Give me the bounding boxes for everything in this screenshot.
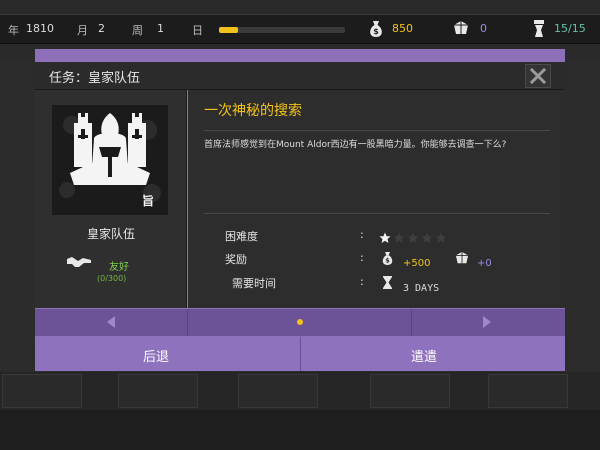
pager-divider [187,309,188,336]
team-emblem: 旨 [52,105,168,215]
relation-status: 友好 [109,262,129,273]
close-button[interactable] [525,64,551,88]
colon: : [360,275,364,288]
svg-text:$: $ [385,257,390,265]
day-progress-fill [219,27,238,33]
spartan-helmet-icon: 旨 [52,105,168,215]
close-icon [530,68,546,84]
year-value: 1810 [26,22,54,35]
reward-label: 奖励 [225,253,247,266]
hero-slot [118,374,198,408]
star-icon [407,232,419,243]
quest-modal: 任务：皇家队伍 旨 皇家队伍 友好 (0/300) 一次神秘的搜索 首席法师感觉… [35,49,565,371]
difficulty-stars [379,229,449,248]
difficulty-label: 困难度 [225,230,258,243]
team-name: 皇家队伍 [86,227,135,241]
hero-slot [2,374,82,408]
week-label: 周 [132,24,143,37]
gem-icon [455,251,469,264]
back-button[interactable]: 后退 [143,346,169,365]
modal-title: 任务：皇家队伍 [49,71,141,86]
money-bag-icon: $ [382,252,393,265]
page-indicator-dot [297,319,303,325]
quest-panel: 一次神秘的搜索 首席法师感觉到在Mount Aldor西边有一股黑暗力量。你能够… [188,90,565,308]
relation-count: (0/300) [97,274,127,283]
bottom-bar [0,410,600,450]
handshake-icon [67,257,91,267]
month-label: 月 [77,24,88,37]
day-progress-bar [219,27,345,33]
star-icon [379,232,391,243]
svg-text:$: $ [373,27,379,36]
hero-slot [238,374,318,408]
divider [204,213,550,214]
gem-value: 0 [480,22,487,35]
year-label: 年 [8,24,19,37]
next-arrow-icon[interactable] [481,315,493,329]
team-panel: 旨 皇家队伍 友好 (0/300) [35,90,187,308]
star-icon [421,232,433,243]
day-label: 日 [192,24,203,37]
svg-text:旨: 旨 [142,193,154,208]
modal-header: 任务：皇家队伍 [35,62,565,90]
send-button[interactable]: 遣遣 [411,346,437,365]
star-icon [393,232,405,243]
month-value: 2 [98,22,105,35]
pager-divider [411,309,412,336]
time-label: 需要时间 [232,277,276,290]
reward-gold: +500 [403,258,431,269]
quest-title: 一次神秘的搜索 [204,103,302,119]
hourglass-icon [383,276,392,289]
week-value: 1 [157,22,164,35]
quest-description: 首席法师感觉到在Mount Aldor西边有一股黑暗力量。你能够去调查一下么? [204,140,507,150]
capacity-icon [534,20,544,37]
top-status-row: 年 1810 月 2 周 1 日 $ 850 0 15/15 [0,14,600,44]
reward-gem: +0 [477,258,492,269]
colon: : [360,228,364,241]
money-bag-icon: $ [370,21,382,37]
gold-value: 850 [392,22,413,35]
button-divider [300,337,301,371]
gem-icon [454,21,468,34]
star-icon [435,232,447,243]
prev-arrow-icon[interactable] [105,315,117,329]
divider [204,130,550,131]
hero-slot [488,374,568,408]
time-value: 3 DAYS [403,283,440,294]
capacity-value: 15/15 [554,22,586,35]
hero-slot [370,374,450,408]
colon: : [360,251,364,264]
